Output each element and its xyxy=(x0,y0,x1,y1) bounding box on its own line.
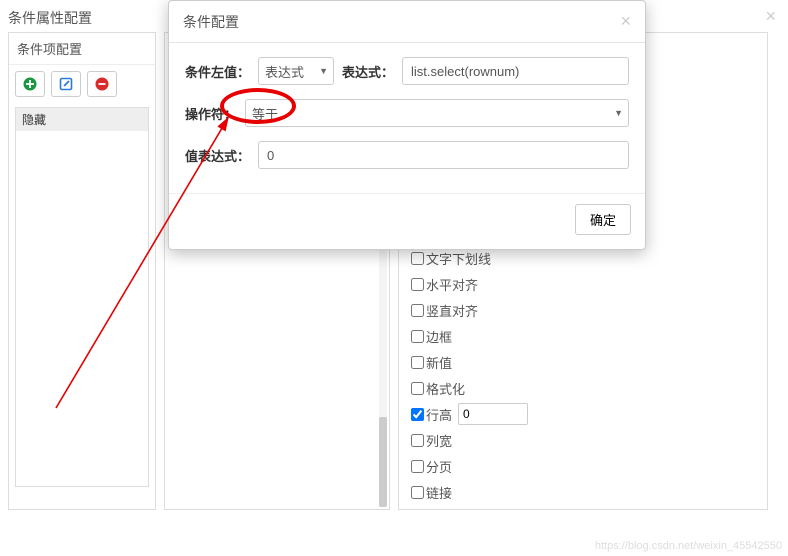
property-list: 文字下划线水平对齐竖直对齐边框新值格式化行高列宽分页链接 xyxy=(411,245,755,505)
property-row: 水平对齐 xyxy=(411,271,755,297)
value-expr-input[interactable] xyxy=(258,141,629,169)
left-panel-header: 条件项配置 xyxy=(9,33,155,65)
add-button[interactable] xyxy=(15,71,45,97)
page-title: 条件属性配置 xyxy=(8,8,92,28)
property-checkbox[interactable] xyxy=(411,252,424,265)
left-panel-toolbar xyxy=(9,65,155,103)
left-panel: 条件项配置 隐藏 xyxy=(8,32,156,510)
property-checkbox[interactable] xyxy=(411,434,424,447)
plus-icon xyxy=(23,77,37,91)
left-value-select[interactable]: 表达式 xyxy=(258,57,334,85)
edit-icon xyxy=(59,77,73,91)
operator-select[interactable]: 等于 xyxy=(245,99,629,127)
property-checkbox[interactable] xyxy=(411,486,424,499)
property-row: 格式化 xyxy=(411,375,755,401)
property-checkbox[interactable] xyxy=(411,304,424,317)
property-checkbox[interactable] xyxy=(411,382,424,395)
property-checkbox[interactable] xyxy=(411,356,424,369)
property-row: 边框 xyxy=(411,323,755,349)
watermark: https://blog.csdn.net/weixin_45542550 xyxy=(595,540,782,552)
property-label: 格式化 xyxy=(426,379,465,398)
property-row: 列宽 xyxy=(411,427,755,453)
property-label: 边框 xyxy=(426,327,452,346)
left-value-label: 条件左值： xyxy=(185,62,250,81)
condition-config-modal: 条件配置 × 条件左值： 表达式 表达式： 操作符： 等于 值表达式： 确定 xyxy=(168,0,646,250)
property-label: 新值 xyxy=(426,353,452,372)
property-label: 水平对齐 xyxy=(426,275,478,294)
property-checkbox[interactable] xyxy=(411,278,424,291)
value-expr-label: 值表达式： xyxy=(185,146,250,165)
value-expr-row: 值表达式： xyxy=(185,141,629,169)
property-row: 新值 xyxy=(411,349,755,375)
property-label: 分页 xyxy=(426,457,452,476)
property-label: 列宽 xyxy=(426,431,452,450)
property-checkbox[interactable] xyxy=(411,330,424,343)
property-label: 行高 xyxy=(426,405,452,424)
property-value-input[interactable] xyxy=(458,403,528,425)
property-row: 链接 xyxy=(411,479,755,505)
left-value-row: 条件左值： 表达式 表达式： xyxy=(185,57,629,85)
modal-body: 条件左值： 表达式 表达式： 操作符： 等于 值表达式： xyxy=(169,43,645,193)
property-checkbox[interactable] xyxy=(411,408,424,421)
modal-title: 条件配置 xyxy=(183,12,239,32)
expression-input[interactable] xyxy=(402,57,629,85)
property-row: 竖直对齐 xyxy=(411,297,755,323)
operator-label: 操作符： xyxy=(185,104,237,123)
property-label: 文字下划线 xyxy=(426,249,491,268)
modal-header: 条件配置 × xyxy=(169,1,645,43)
operator-row: 操作符： 等于 xyxy=(185,99,629,127)
close-icon[interactable]: × xyxy=(765,6,776,27)
expression-label: 表达式： xyxy=(342,62,394,81)
modal-close-icon[interactable]: × xyxy=(620,11,631,32)
minus-icon xyxy=(95,77,109,91)
confirm-button[interactable]: 确定 xyxy=(575,204,631,235)
property-label: 竖直对齐 xyxy=(426,301,478,320)
modal-footer: 确定 xyxy=(169,193,645,249)
list-item[interactable]: 隐藏 xyxy=(16,108,148,131)
property-row: 分页 xyxy=(411,453,755,479)
property-row: 行高 xyxy=(411,401,755,427)
delete-button[interactable] xyxy=(87,71,117,97)
edit-button[interactable] xyxy=(51,71,81,97)
scrollbar-thumb[interactable] xyxy=(379,417,387,507)
condition-list[interactable]: 隐藏 xyxy=(15,107,149,487)
property-label: 链接 xyxy=(426,483,452,502)
property-checkbox[interactable] xyxy=(411,460,424,473)
